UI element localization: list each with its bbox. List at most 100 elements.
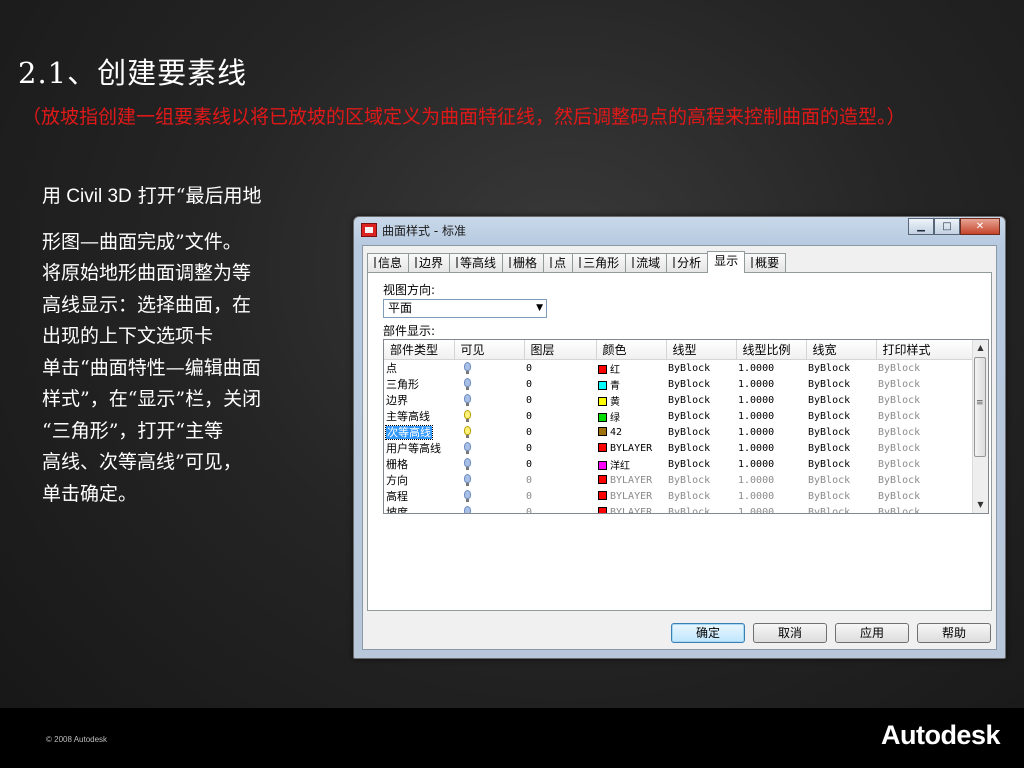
tab-contours[interactable]: 等高线 <box>449 253 504 273</box>
lightbulb-off-icon[interactable] <box>464 362 471 374</box>
lineweight-cell[interactable]: ByBlock <box>806 408 876 424</box>
scroll-down-icon[interactable]: ▼ <box>973 497 988 513</box>
plot-style-cell[interactable]: ByBlock <box>876 376 973 392</box>
plot-style-cell[interactable]: ByBlock <box>876 392 973 408</box>
lightbulb-on-icon[interactable] <box>464 410 471 422</box>
visibility-cell[interactable] <box>454 504 524 513</box>
cancel-button[interactable]: 取消 <box>753 623 827 643</box>
tab-analysis[interactable]: 分析 <box>666 253 709 273</box>
table-row[interactable]: 栅格 0 洋红 ByBlock 1.0000 ByBlock ByBlock <box>384 456 973 472</box>
lineweight-cell[interactable]: ByBlock <box>806 456 876 472</box>
visibility-cell[interactable] <box>454 376 524 392</box>
lightbulb-off-icon[interactable] <box>464 458 471 470</box>
visibility-cell[interactable] <box>454 456 524 472</box>
plot-style-cell[interactable]: ByBlock <box>876 440 973 456</box>
tab-watersheds[interactable]: 流域 <box>625 253 668 273</box>
layer-cell[interactable]: 0 <box>524 360 596 377</box>
lineweight-cell[interactable]: ByBlock <box>806 488 876 504</box>
color-cell[interactable]: 红 <box>596 360 666 377</box>
color-cell[interactable]: 洋红 <box>596 456 666 472</box>
layer-cell[interactable]: 0 <box>524 424 596 440</box>
lineweight-cell[interactable]: ByBlock <box>806 360 876 377</box>
linetype-cell[interactable]: ByBlock <box>666 456 736 472</box>
lt-scale-cell[interactable]: 1.0000 <box>736 472 806 488</box>
lt-scale-cell[interactable]: 1.0000 <box>736 456 806 472</box>
apply-button[interactable]: 应用 <box>835 623 909 643</box>
lt-scale-cell[interactable]: 1.0000 <box>736 360 806 377</box>
maximize-button[interactable]: □ <box>934 218 960 235</box>
component-name-cell[interactable]: 边界 <box>384 392 454 408</box>
scroll-thumb[interactable] <box>974 357 986 457</box>
column-header-color[interactable]: 颜色 <box>596 340 667 360</box>
plot-style-cell[interactable]: ByBlock <box>876 488 973 504</box>
table-row[interactable]: 坡度 0 BYLAYER ByBlock 1.0000 ByBlock ByBlock <box>384 504 973 514</box>
tab-triangles[interactable]: 三角形 <box>572 253 627 273</box>
tab-boundary[interactable]: 边界 <box>408 253 451 273</box>
help-button[interactable]: 帮助 <box>917 623 991 643</box>
grid-scrollbar[interactable]: ▲ ▼ <box>972 340 988 513</box>
layer-cell[interactable]: 0 <box>524 408 596 424</box>
tab-grid[interactable]: 栅格 <box>502 253 545 273</box>
layer-cell[interactable]: 0 <box>524 472 596 488</box>
color-cell[interactable]: 绿 <box>596 408 666 424</box>
layer-cell[interactable]: 0 <box>524 376 596 392</box>
column-header-component[interactable]: 部件类型 <box>384 340 455 360</box>
lightbulb-on-icon[interactable] <box>464 426 471 438</box>
minimize-button[interactable]: ▁ <box>908 218 934 235</box>
plot-style-cell[interactable]: ByBlock <box>876 408 973 424</box>
component-name-cell[interactable]: 主等高线 <box>384 408 454 424</box>
linetype-cell[interactable]: ByBlock <box>666 360 736 377</box>
plot-style-cell[interactable]: ByBlock <box>876 456 973 472</box>
table-row[interactable]: 边界 0 黄 ByBlock 1.0000 ByBlock ByBlock <box>384 392 973 408</box>
column-header-layer[interactable]: 图层 <box>524 340 597 360</box>
table-row[interactable]: 高程 0 BYLAYER ByBlock 1.0000 ByBlock ByBlock <box>384 488 973 504</box>
tab-points[interactable]: 点 <box>543 253 574 273</box>
lt-scale-cell[interactable]: 1.0000 <box>736 504 806 514</box>
lt-scale-cell[interactable]: 1.0000 <box>736 376 806 392</box>
linetype-cell[interactable]: ByBlock <box>666 440 736 456</box>
component-name-cell[interactable]: 用户等高线 <box>384 440 454 456</box>
tab-summary[interactable]: 概要 <box>744 253 787 273</box>
layer-cell[interactable]: 0 <box>524 392 596 408</box>
table-row[interactable]: 用户等高线 0 BYLAYER ByBlock 1.0000 ByBlock ByBlock <box>384 440 973 456</box>
lt-scale-cell[interactable]: 1.0000 <box>736 424 806 440</box>
component-name-cell[interactable]: 方向 <box>384 472 454 488</box>
lineweight-cell[interactable]: ByBlock <box>806 376 876 392</box>
color-cell[interactable]: BYLAYER <box>596 488 666 504</box>
table-row[interactable]: 次等高线 0 42 ByBlock 1.0000 ByBlock ByBlock <box>384 424 973 440</box>
plot-style-cell[interactable]: ByBlock <box>876 472 973 488</box>
view-direction-dropdown[interactable]: 平面 ▼ <box>383 299 547 318</box>
visibility-cell[interactable] <box>454 488 524 504</box>
column-header-plot-style[interactable]: 打印样式 <box>876 340 974 360</box>
visibility-cell[interactable] <box>454 440 524 456</box>
plot-style-cell[interactable]: ByBlock <box>876 424 973 440</box>
linetype-cell[interactable]: ByBlock <box>666 424 736 440</box>
lightbulb-off-icon[interactable] <box>464 474 471 486</box>
table-row[interactable]: 点 0 红 ByBlock 1.0000 ByBlock ByBlock <box>384 360 973 377</box>
color-cell[interactable]: BYLAYER <box>596 472 666 488</box>
visibility-cell[interactable] <box>454 472 524 488</box>
component-name-cell[interactable]: 高程 <box>384 488 454 504</box>
color-cell[interactable]: BYLAYER <box>596 504 666 513</box>
layer-cell[interactable]: 0 <box>524 440 596 456</box>
component-name-cell[interactable]: 点 <box>384 360 454 377</box>
tab-display[interactable]: 显示 <box>707 251 746 273</box>
lightbulb-off-icon[interactable] <box>464 490 471 502</box>
dialog-titlebar[interactable]: 曲面样式 - 标准 ▁ □ ✕ <box>354 217 1005 243</box>
lineweight-cell[interactable]: ByBlock <box>806 392 876 408</box>
table-row[interactable]: 三角形 0 青 ByBlock 1.0000 ByBlock ByBlock <box>384 376 973 392</box>
color-cell[interactable]: BYLAYER <box>596 440 666 456</box>
color-cell[interactable]: 黄 <box>596 392 666 408</box>
close-button[interactable]: ✕ <box>960 218 1000 235</box>
column-header-linetype[interactable]: 线型 <box>666 340 737 360</box>
lightbulb-off-icon[interactable] <box>464 378 471 390</box>
layer-cell[interactable]: 0 <box>524 488 596 504</box>
layer-cell[interactable]: 0 <box>524 504 596 514</box>
lightbulb-off-icon[interactable] <box>464 442 471 454</box>
column-header-visible[interactable]: 可见 <box>454 340 525 360</box>
linetype-cell[interactable]: ByBlock <box>666 472 736 488</box>
plot-style-cell[interactable]: ByBlock <box>876 504 973 514</box>
component-name-cell[interactable]: 三角形 <box>384 376 454 392</box>
tab-info[interactable]: 信息 <box>367 253 410 273</box>
lineweight-cell[interactable]: ByBlock <box>806 472 876 488</box>
